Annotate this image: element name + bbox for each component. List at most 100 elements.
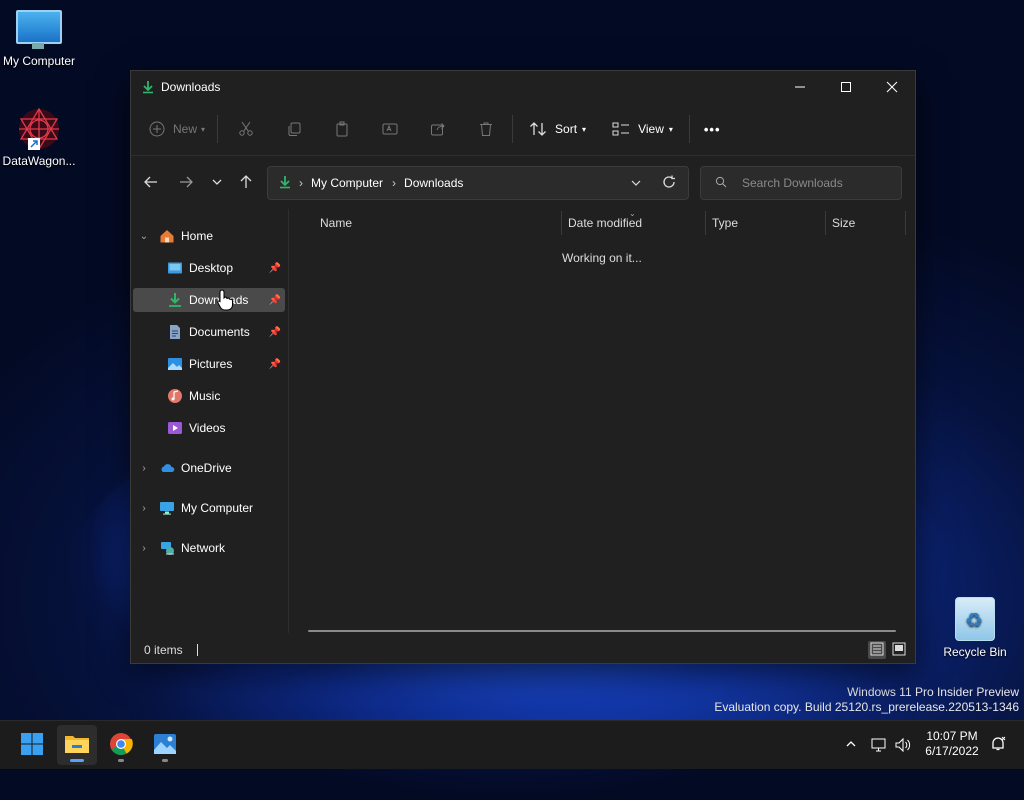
view-button[interactable]: View ▾ — [612, 113, 673, 145]
desktop-icon-my-computer[interactable]: My Computer — [0, 10, 81, 68]
notification-button[interactable] — [987, 721, 1009, 769]
new-button[interactable]: New ▾ — [149, 113, 205, 145]
sidebar-item-onedrive[interactable]: › OneDrive — [133, 456, 285, 480]
view-list-icon — [612, 121, 630, 137]
title-bar[interactable]: Downloads — [131, 71, 915, 103]
sidebar-item-pictures[interactable]: Pictures 📌 — [133, 352, 285, 376]
arrow-up-icon — [239, 174, 253, 192]
sidebar-item-videos[interactable]: Videos — [133, 416, 285, 440]
sidebar-item-documents[interactable]: Documents 📌 — [133, 320, 285, 344]
sidebar-item-music[interactable]: Music — [133, 384, 285, 408]
start-button[interactable] — [12, 725, 52, 765]
download-icon — [167, 292, 183, 308]
sidebar-item-my-computer[interactable]: › My Computer — [133, 496, 285, 520]
column-header-size[interactable]: Size — [832, 209, 855, 237]
taskbar-file-explorer[interactable] — [57, 725, 97, 765]
paste-button[interactable] — [334, 113, 350, 145]
sidebar-item-label: Documents — [189, 325, 250, 339]
recycle-bin-icon: ♻ — [955, 597, 995, 641]
address-bar[interactable]: › My Computer › Downloads — [267, 166, 689, 200]
toolbar-divider — [217, 115, 219, 143]
column-separator[interactable] — [705, 211, 706, 235]
picture-icon — [167, 356, 183, 372]
sidebar-item-label: Network — [181, 541, 226, 555]
delete-button[interactable] — [478, 113, 494, 145]
search-box[interactable] — [700, 166, 902, 200]
chevron-right-icon[interactable]: › — [137, 503, 151, 514]
desktop-icon-datawagon[interactable]: DataWagon... — [0, 106, 81, 168]
column-header-name[interactable]: Name — [320, 209, 352, 237]
desktop-folder-icon — [167, 260, 183, 276]
refresh-icon[interactable] — [662, 175, 676, 192]
taskbar: 10:07 PM 6/17/2022 — [0, 720, 1024, 769]
copy-button[interactable] — [286, 113, 302, 145]
details-view-button[interactable] — [868, 641, 886, 659]
pin-icon: 📌 — [268, 326, 281, 338]
column-separator[interactable] — [905, 211, 906, 235]
up-button[interactable] — [231, 168, 261, 198]
desktop-icon-label: Recycle Bin — [943, 645, 1007, 659]
copy-icon — [286, 121, 302, 137]
computer-icon — [159, 500, 175, 516]
column-separator[interactable] — [561, 211, 562, 235]
address-history-chevron-icon[interactable] — [630, 177, 642, 192]
sort-indicator-icon: ⌄ — [629, 209, 636, 218]
network-tray-icon[interactable] — [868, 721, 890, 769]
close-button[interactable] — [869, 71, 915, 103]
sidebar-item-network[interactable]: › Network — [133, 536, 285, 560]
video-icon — [167, 420, 183, 436]
share-button[interactable] — [430, 113, 446, 145]
command-bar: New ▾ Sort ▾ View ▾ ••• — [131, 103, 915, 156]
music-icon — [167, 388, 183, 404]
chevron-right-icon[interactable]: › — [137, 543, 151, 554]
maximize-button[interactable] — [823, 71, 869, 103]
search-input[interactable] — [740, 175, 894, 191]
rename-button[interactable] — [382, 113, 398, 145]
sidebar-item-downloads[interactable]: Downloads 📌 — [133, 288, 285, 312]
sort-label: Sort — [555, 122, 578, 136]
horizontal-scrollbar[interactable] — [308, 630, 896, 632]
window-title: Downloads — [161, 80, 221, 94]
new-label: New — [173, 122, 198, 136]
volume-icon[interactable] — [892, 721, 914, 769]
desktop-icon-label: DataWagon... — [2, 154, 76, 168]
taskbar-photos[interactable] — [145, 725, 185, 765]
cloud-icon — [159, 460, 175, 476]
large-icons-view-button[interactable] — [890, 641, 908, 659]
network-icon — [159, 540, 175, 556]
recent-locations-button[interactable] — [202, 168, 232, 198]
forward-button[interactable] — [171, 168, 201, 198]
more-options-button[interactable]: ••• — [704, 113, 721, 145]
sidebar-item-home[interactable]: ⌄ Home — [133, 224, 285, 248]
taskbar-chrome[interactable] — [101, 725, 141, 765]
running-indicator — [118, 759, 124, 762]
loading-message: Working on it... — [562, 251, 642, 265]
desktop-icon-recycle-bin[interactable]: ♻ Recycle Bin — [933, 597, 1017, 659]
column-header-label: Date modified — [568, 216, 643, 230]
sort-button[interactable]: Sort ▾ — [529, 113, 586, 145]
item-count: 0 items — [144, 643, 183, 657]
show-hidden-icons-button[interactable] — [840, 721, 862, 769]
column-separator[interactable] — [825, 211, 826, 235]
chevron-right-icon[interactable]: › — [137, 463, 151, 474]
status-divider — [196, 644, 198, 656]
explorer-body: ⌄ Home Desktop 📌 Downloads 📌 Documents 📌… — [131, 209, 915, 633]
back-button[interactable] — [136, 168, 166, 198]
cut-button[interactable] — [238, 113, 254, 145]
system-clock[interactable]: 10:07 PM 6/17/2022 — [920, 729, 984, 759]
breadcrumb-downloads[interactable]: Downloads — [404, 176, 463, 190]
clipboard-icon — [334, 121, 350, 137]
breadcrumb-my-computer[interactable]: My Computer — [311, 176, 383, 190]
watermark-line-1: Windows 11 Pro Insider Preview — [847, 685, 1019, 699]
sidebar-item-label: My Computer — [181, 501, 254, 515]
sidebar-item-desktop[interactable]: Desktop 📌 — [133, 256, 285, 280]
clock-date: 6/17/2022 — [925, 744, 979, 758]
search-icon — [715, 176, 727, 191]
share-icon — [430, 121, 446, 137]
file-list[interactable]: Name Date modified ⌄ Type Size Working o… — [289, 209, 915, 633]
folder-icon — [64, 733, 90, 758]
column-header-type[interactable]: Type — [712, 209, 738, 237]
chevron-down-icon[interactable]: ⌄ — [137, 231, 151, 242]
document-icon — [167, 324, 183, 340]
minimize-button[interactable] — [777, 71, 823, 103]
